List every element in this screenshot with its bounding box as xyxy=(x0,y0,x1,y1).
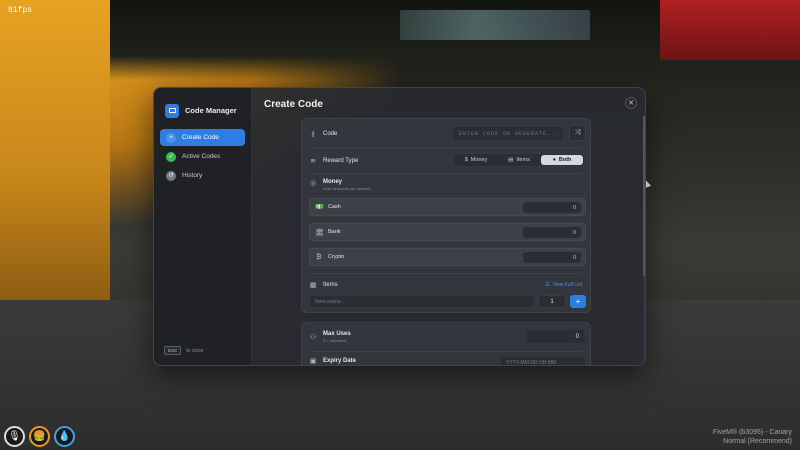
background-building xyxy=(0,0,110,300)
view-full-list-label: View Full List xyxy=(552,282,582,288)
bank-amount-input[interactable]: 0 xyxy=(523,227,581,238)
cash-label: Cash xyxy=(328,204,341,210)
player-hud: 🎙 🍔 💧 xyxy=(4,426,75,447)
sidebar-nav: + Create Code ✓ Active Codes ↺ History xyxy=(154,129,251,184)
money-crypto-row: ₿ Crypto 0 xyxy=(309,248,586,266)
divider xyxy=(309,147,583,148)
cash-icon: 💵 xyxy=(315,204,324,211)
money-header: ◎ Money enter amounts per account xyxy=(309,179,371,191)
ticket-icon xyxy=(165,103,179,118)
esc-key-badge: ESC xyxy=(164,346,182,355)
food-icon: 🍔 xyxy=(29,426,50,447)
list-icon: ☰ xyxy=(545,282,550,288)
calendar-icon: ▣ xyxy=(309,358,317,365)
history-icon: ↺ xyxy=(166,170,176,181)
view-full-list-link[interactable]: ☰ View Full List xyxy=(545,282,582,288)
reward-option-items[interactable]: ▤ Items xyxy=(498,155,540,165)
max-uses-input[interactable]: 0 xyxy=(527,330,585,343)
money-subtitle: enter amounts per account xyxy=(323,186,371,191)
scrollbar[interactable] xyxy=(643,116,645,365)
users-icon: ⚇ xyxy=(309,334,317,341)
items-label: Items xyxy=(323,282,338,288)
fps-counter: 81fps xyxy=(8,6,33,15)
item-name-input[interactable]: Item name... xyxy=(309,295,534,308)
plus-icon: + xyxy=(575,297,581,306)
divider xyxy=(309,351,583,352)
money-title: Money xyxy=(323,179,343,185)
divider xyxy=(309,173,583,174)
expiry-title: Expiry Date xyxy=(323,358,357,364)
sidebar-item-label: History xyxy=(182,172,203,179)
sidebar-item-history[interactable]: ↺ History xyxy=(160,167,245,184)
crypto-icon: ₿ xyxy=(316,253,322,261)
close-icon: ✕ xyxy=(628,100,634,107)
code-label: Code xyxy=(323,131,338,137)
dollar-icon: $ xyxy=(464,157,468,163)
check-icon: ✓ xyxy=(166,151,176,162)
reward-option-label: Both xyxy=(558,157,572,163)
code-input[interactable]: ENTER CODE OR GENERATE... xyxy=(452,126,564,141)
crypto-label: Crypto xyxy=(328,254,345,260)
code-manager-modal: Code Manager + Create Code ✓ Active Code… xyxy=(153,87,646,366)
sidebar-item-create-code[interactable]: + Create Code xyxy=(160,129,245,146)
coins-icon: ◎ xyxy=(309,180,317,187)
wifi-icon: ≋ xyxy=(310,158,316,165)
close-button[interactable]: ✕ xyxy=(625,97,637,109)
money-bank-row: 🏛 Bank 0 xyxy=(309,223,586,241)
bank-label: Bank xyxy=(328,229,341,235)
client-watermark: FiveM® (b3095) - Canary Normal (Recommen… xyxy=(713,428,792,446)
key-icon: ⚷ xyxy=(310,131,316,138)
sidebar: Code Manager + Create Code ✓ Active Code… xyxy=(154,88,252,365)
reward-card: ⚷ Code ENTER CODE OR GENERATE... ⤨ ≋ Rew… xyxy=(301,118,591,313)
max-uses-title: Max Uses xyxy=(323,331,351,337)
add-item-button[interactable]: + xyxy=(570,295,586,308)
reward-type-selector: $ Money ▤ Items ● Both xyxy=(453,153,585,167)
max-uses-subtitle: 0 = unlimited xyxy=(323,338,346,343)
reward-option-label: Items xyxy=(516,157,530,163)
money-cash-row: 💵 Cash 0 xyxy=(309,198,586,216)
shuffle-icon: ⤨ xyxy=(574,129,581,136)
watermark-build: FiveM® (b3095) - Canary xyxy=(712,429,792,436)
main-panel: Create Code ✕ ⚷ Code ENTER CODE OR GENER… xyxy=(252,88,645,365)
background-red-structure xyxy=(660,0,800,60)
reward-option-label: Money xyxy=(470,157,488,163)
sidebar-item-label: Create Code xyxy=(182,134,219,141)
expiry-date-input[interactable]: YYYY-MM-DD HH:MM xyxy=(501,357,585,365)
esc-hint-text: to close xyxy=(186,347,204,354)
reward-option-both[interactable]: ● Both xyxy=(541,155,583,165)
brand: Code Manager xyxy=(154,88,251,122)
limits-card: ⚇ Max Uses 0 = unlimited 0 ▣ Expiry Date… xyxy=(301,322,591,365)
sidebar-item-label: Active Codes xyxy=(182,153,221,160)
watermark-mode: Normal (Recommend) xyxy=(723,438,792,445)
app-title: Code Manager xyxy=(185,106,237,115)
plus-icon: + xyxy=(166,132,176,143)
water-drop-icon: 💧 xyxy=(54,426,75,447)
item-quantity-input[interactable]: 1 xyxy=(538,295,566,308)
esc-hint: ESC to close xyxy=(164,346,204,355)
cash-amount-input[interactable]: 0 xyxy=(523,202,581,213)
divider xyxy=(309,273,583,274)
microphone-icon: 🎙 xyxy=(4,426,25,447)
both-icon: ● xyxy=(552,157,556,163)
items-row: ▦ Items xyxy=(309,280,583,290)
generate-code-button[interactable]: ⤨ xyxy=(569,125,586,141)
sidebar-item-active-codes[interactable]: ✓ Active Codes xyxy=(160,148,245,165)
scrollbar-thumb[interactable] xyxy=(643,116,645,276)
reward-type-label: Reward Type xyxy=(323,158,359,164)
crypto-amount-input[interactable]: 0 xyxy=(523,252,581,263)
reward-option-money[interactable]: $ Money xyxy=(455,155,497,165)
page-title: Create Code xyxy=(264,99,323,110)
boxes-icon: ▦ xyxy=(309,282,317,289)
bank-icon: 🏛 xyxy=(315,229,324,236)
box-icon: ▤ xyxy=(508,157,514,163)
background-storefront xyxy=(400,10,590,40)
